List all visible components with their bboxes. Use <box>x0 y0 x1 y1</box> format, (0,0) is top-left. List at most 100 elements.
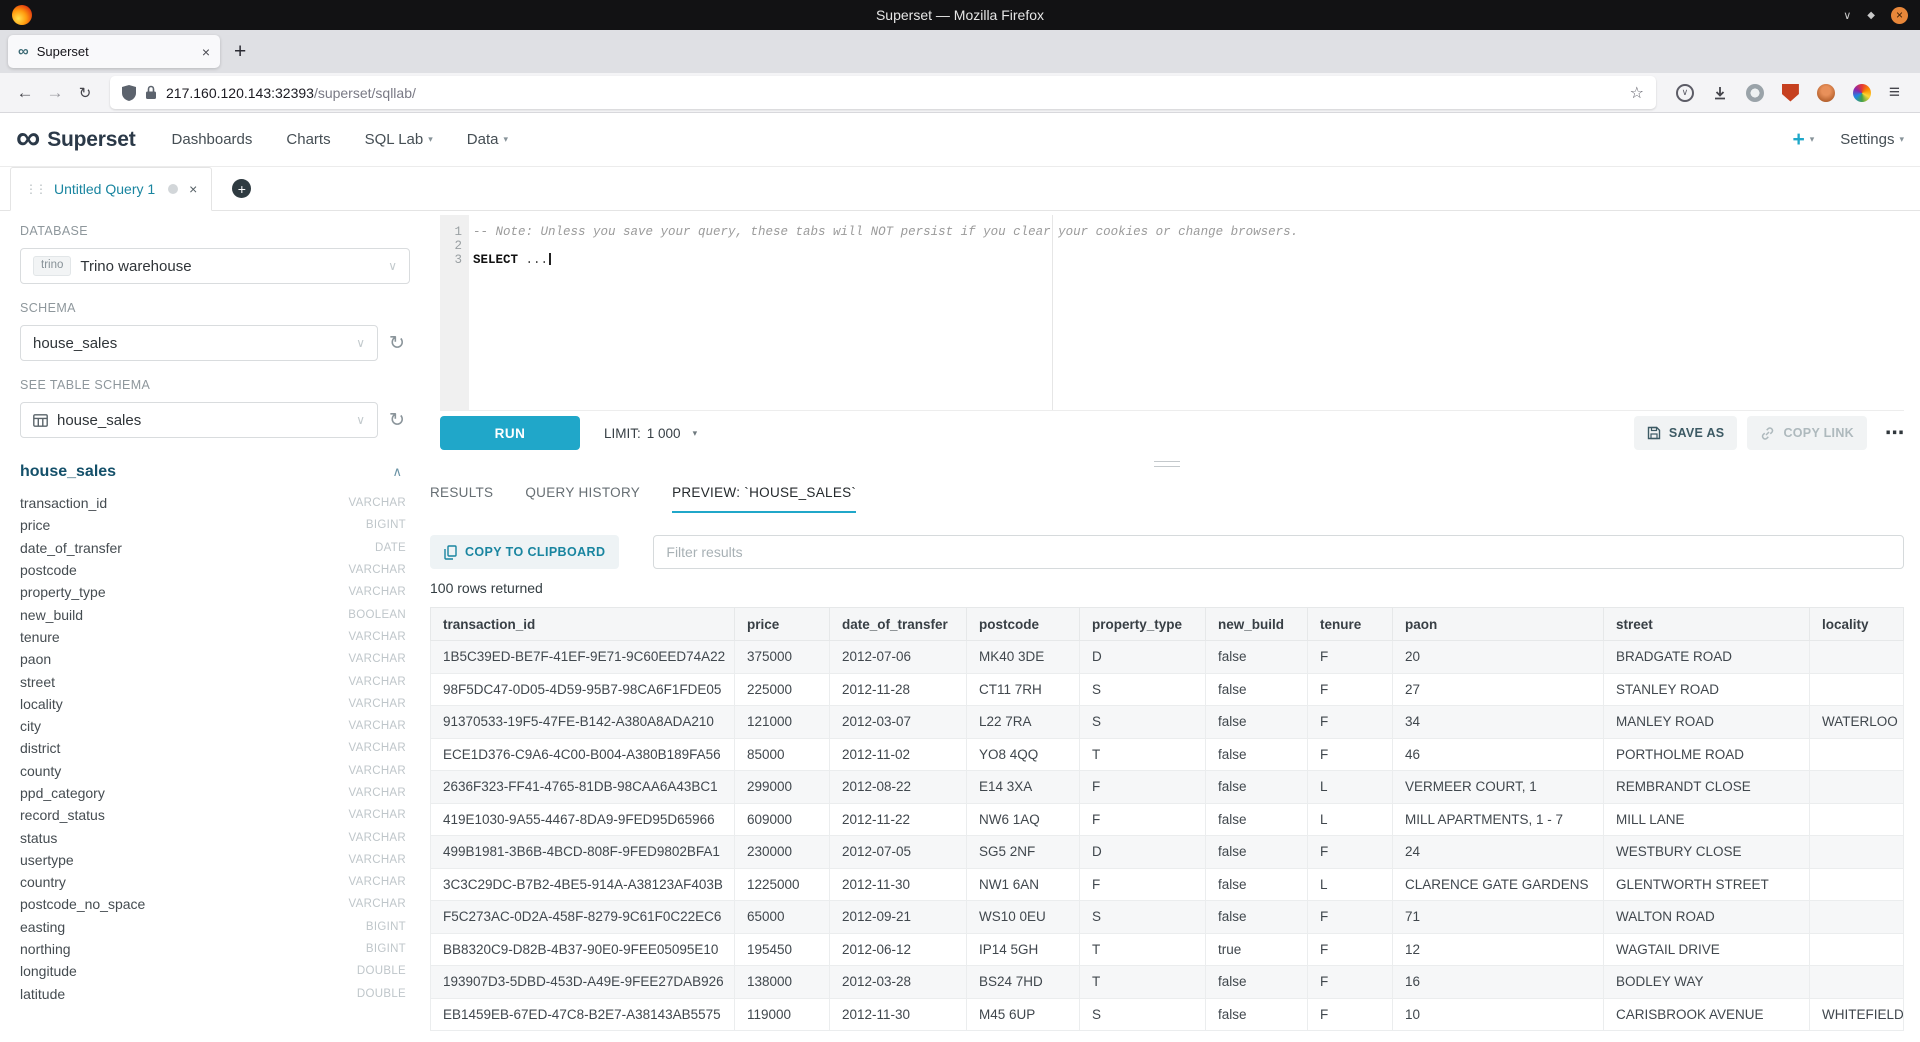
editor-code-area[interactable]: -- Note: Unless you save your query, the… <box>469 215 1904 410</box>
table-cell <box>1810 803 1904 836</box>
filter-results-input[interactable] <box>653 535 1904 569</box>
sql-editor[interactable]: 1 2 3 -- Note: Unless you save your quer… <box>440 215 1904 411</box>
sqllab-sidebar: DATABASE trino Trino warehouse ∨ SCHEMA … <box>0 211 430 1042</box>
column-header[interactable]: property_type <box>1080 608 1206 641</box>
limit-dropdown[interactable]: LIMIT: 1 000 ▾ <box>604 426 697 441</box>
superset-logo[interactable]: ∞ Superset <box>16 125 136 155</box>
column-header[interactable]: postcode <box>967 608 1080 641</box>
table-cell: VERMEER COURT, 1 <box>1393 771 1604 804</box>
downloads-button[interactable] <box>1712 85 1728 101</box>
column-header[interactable]: new_build <box>1206 608 1308 641</box>
table-cell: SG5 2NF <box>967 836 1080 869</box>
nav-item-data[interactable]: Data▾ <box>467 131 508 148</box>
browser-tab[interactable]: ∞ Superset × <box>8 35 220 68</box>
refresh-schemas-button[interactable]: ↻ <box>384 332 410 355</box>
url-bar[interactable]: 217.160.120.143:32393/superset/sqllab/ ☆ <box>110 76 1656 109</box>
bookmark-star-icon[interactable]: ☆ <box>1630 83 1644 103</box>
save-as-label: SAVE AS <box>1669 426 1725 440</box>
extension-button-1[interactable] <box>1746 84 1764 102</box>
table-row: BB8320C9-D82B-4B37-90E0-9FEE05095E101954… <box>431 933 1904 966</box>
table-cell: T <box>1080 933 1206 966</box>
shield-icon[interactable] <box>122 85 136 101</box>
table-cell: 1225000 <box>735 868 830 901</box>
table-cell: 121000 <box>735 706 830 739</box>
forward-button[interactable]: → <box>40 78 70 108</box>
table-cell: F <box>1308 966 1393 999</box>
tab-query-history[interactable]: QUERY HISTORY <box>525 485 640 513</box>
column-header[interactable]: street <box>1604 608 1810 641</box>
column-header[interactable]: price <box>735 608 830 641</box>
window-close-button[interactable]: × <box>1891 7 1908 24</box>
table-cell: MK40 3DE <box>967 641 1080 674</box>
schema-column-row: northingBIGINT <box>20 938 410 960</box>
reload-button[interactable]: ↻ <box>70 78 100 108</box>
menu-button[interactable]: ≡ <box>1889 82 1900 104</box>
table-select[interactable]: house_sales ∨ <box>20 402 378 438</box>
column-header[interactable]: date_of_transfer <box>830 608 967 641</box>
column-type: VARCHAR <box>349 631 406 643</box>
back-button[interactable]: ← <box>10 78 40 108</box>
more-options-button[interactable]: ⋯ <box>1885 422 1904 445</box>
column-name: tenure <box>20 629 60 645</box>
nav-item-sql-lab[interactable]: SQL Lab▾ <box>365 131 433 148</box>
column-name: paon <box>20 651 51 667</box>
column-header[interactable]: tenure <box>1308 608 1393 641</box>
column-header[interactable]: transaction_id <box>431 608 735 641</box>
column-name: record_status <box>20 807 105 823</box>
table-cell: WS10 0EU <box>967 901 1080 934</box>
table-cell: WATERLOO <box>1810 706 1904 739</box>
new-tab-button[interactable]: + <box>234 41 246 62</box>
run-query-button[interactable]: RUN <box>440 416 580 450</box>
save-as-button[interactable]: SAVE AS <box>1634 416 1738 450</box>
schema-select[interactable]: house_sales ∨ <box>20 325 378 361</box>
lock-icon[interactable] <box>145 85 157 100</box>
column-type: DATE <box>375 542 406 554</box>
column-name: easting <box>20 919 65 935</box>
nav-item-dashboards[interactable]: Dashboards <box>172 131 253 148</box>
tab-close-icon[interactable]: × <box>202 44 210 60</box>
query-tab-active[interactable]: ⋮⋮ Untitled Query 1 × <box>10 167 212 211</box>
column-type: VARCHAR <box>349 765 406 777</box>
column-header[interactable]: paon <box>1393 608 1604 641</box>
settings-menu[interactable]: Settings ▾ <box>1840 131 1904 148</box>
nav-item-label: Charts <box>286 131 330 148</box>
window-controls: ∨ ◆ × <box>1843 7 1908 24</box>
table-cell <box>1810 673 1904 706</box>
table-cell: D <box>1080 641 1206 674</box>
drag-handle-icon[interactable]: ⋮⋮ <box>25 182 45 196</box>
table-cell: 2012-03-07 <box>830 706 967 739</box>
table-cell: F <box>1308 738 1393 771</box>
tab-preview-house-sales[interactable]: PREVIEW: `HOUSE_SALES` <box>672 485 856 513</box>
account-avatar-button[interactable] <box>1817 84 1835 102</box>
app-nav: Dashboards Charts SQL Lab▾ Data▾ <box>172 131 508 148</box>
table-cell: PORTHOLME ROAD <box>1604 738 1810 771</box>
extension-icon <box>1746 84 1764 102</box>
window-maximize-button[interactable]: ◆ <box>1867 10 1875 21</box>
table-row: F5C273AC-0D2A-458F-8279-9C61F0C22EC66500… <box>431 901 1904 934</box>
tab-results[interactable]: RESULTS <box>430 485 493 513</box>
avatar-icon <box>1817 84 1835 102</box>
copy-to-clipboard-button[interactable]: COPY TO CLIPBOARD <box>430 535 619 569</box>
add-query-tab-button[interactable]: + <box>232 179 251 198</box>
close-icon[interactable]: × <box>189 181 197 197</box>
pocket-button[interactable]: ∨ <box>1676 84 1694 102</box>
column-type: VARCHAR <box>349 676 406 688</box>
nav-item-charts[interactable]: Charts <box>286 131 330 148</box>
browser-toolbar: ← → ↻ 217.160.120.143:32393/superset/sql… <box>0 73 1920 113</box>
column-header[interactable]: locality <box>1810 608 1904 641</box>
column-name: street <box>20 674 55 690</box>
database-select[interactable]: trino Trino warehouse ∨ <box>20 248 410 284</box>
ublock-extension-button[interactable] <box>1782 84 1799 102</box>
column-name: northing <box>20 941 71 957</box>
table-cell: YO8 4QQ <box>967 738 1080 771</box>
new-item-button[interactable]: + ▾ <box>1792 129 1814 150</box>
table-cell: false <box>1206 641 1308 674</box>
chevron-up-icon[interactable]: ∧ <box>392 464 402 480</box>
pane-resize-handle[interactable] <box>1154 461 1180 467</box>
copy-link-button[interactable]: COPY LINK <box>1747 416 1867 450</box>
chevron-down-icon: ▾ <box>1899 134 1904 145</box>
refresh-tables-button[interactable]: ↻ <box>384 409 410 432</box>
window-shade-button[interactable]: ∨ <box>1843 9 1851 22</box>
extension-button-2[interactable] <box>1853 84 1871 102</box>
table-row: ECE1D376-C9A6-4C00-B004-A380B189FA568500… <box>431 738 1904 771</box>
